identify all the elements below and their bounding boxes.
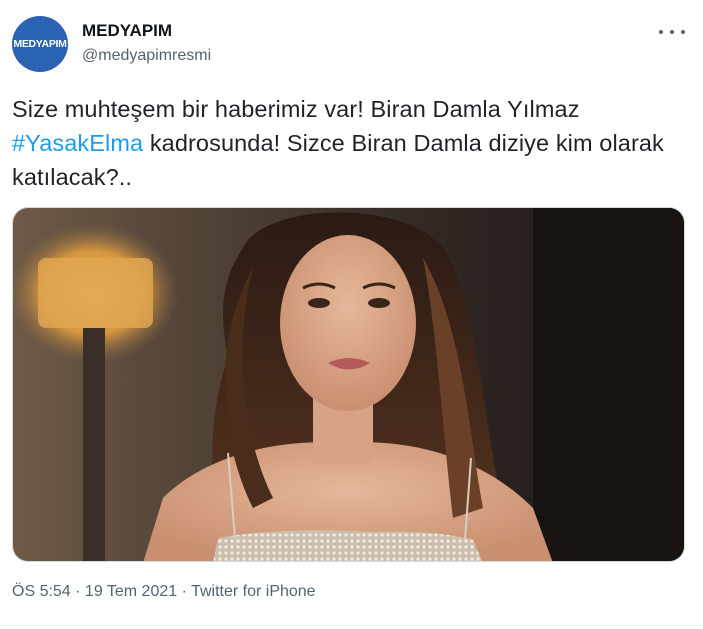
more-horizontal-icon [659,30,663,34]
tweet-card: MEDYAPIM MEDYAPIM @medyapimresmi Size mu… [0,0,703,629]
tweet-meta: ÖS 5:54 · 19 Tem 2021 · Twitter for iPho… [12,583,316,601]
divider [0,625,703,626]
meta-separator: · [70,583,85,600]
tweet-text: Size muhteşem bir haberimiz var! Biran D… [12,92,692,194]
author-display-name[interactable]: MEDYAPIM [82,21,172,41]
tweet-date[interactable]: 19 Tem 2021 [85,583,177,600]
tweet-photo[interactable] [12,207,685,562]
hashtag-link[interactable]: #YasakElma [12,130,143,156]
photo-illustration [13,208,684,561]
tweet-source[interactable]: Twitter for iPhone [191,583,316,600]
avatar-logo-text: MEDYAPIM [13,38,67,50]
more-horizontal-icon-dot [670,30,674,34]
more-horizontal-icon-dot [681,30,685,34]
more-options-button[interactable] [659,22,685,42]
tweet-text-part1: Size muhteşem bir haberimiz var! Biran D… [12,96,580,122]
author-handle[interactable]: @medyapimresmi [82,47,211,65]
meta-separator: · [177,583,192,600]
avatar[interactable]: MEDYAPIM [12,16,68,72]
tweet-time[interactable]: ÖS 5:54 [12,583,71,600]
